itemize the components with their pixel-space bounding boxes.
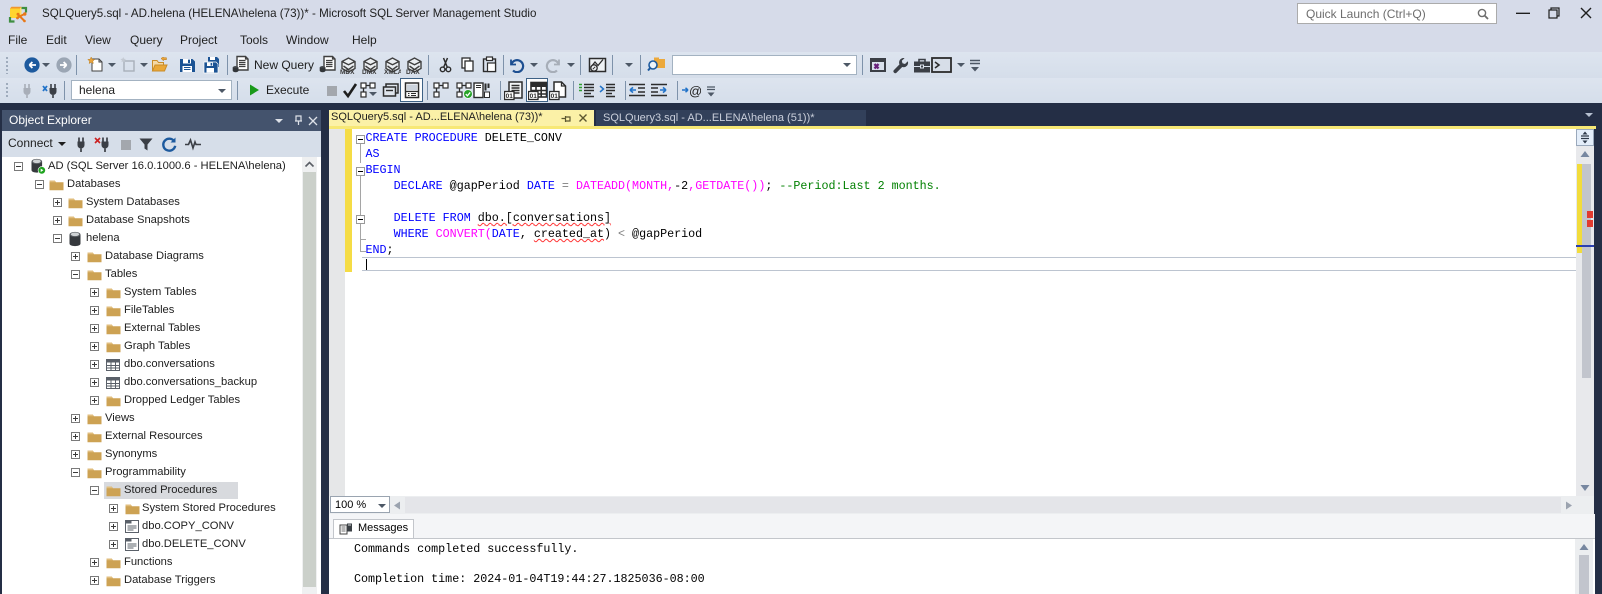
svg-text:DAX: DAX (406, 69, 420, 75)
svg-text:01: 01 (551, 93, 559, 100)
svg-text:01: 01 (506, 93, 514, 100)
svg-text:XMLA: XMLA (384, 69, 401, 75)
svg-text:@: @ (689, 84, 701, 99)
svg-text:DMX: DMX (362, 69, 377, 75)
svg-text:01: 01 (530, 93, 538, 100)
svg-text:MDX: MDX (340, 69, 355, 75)
